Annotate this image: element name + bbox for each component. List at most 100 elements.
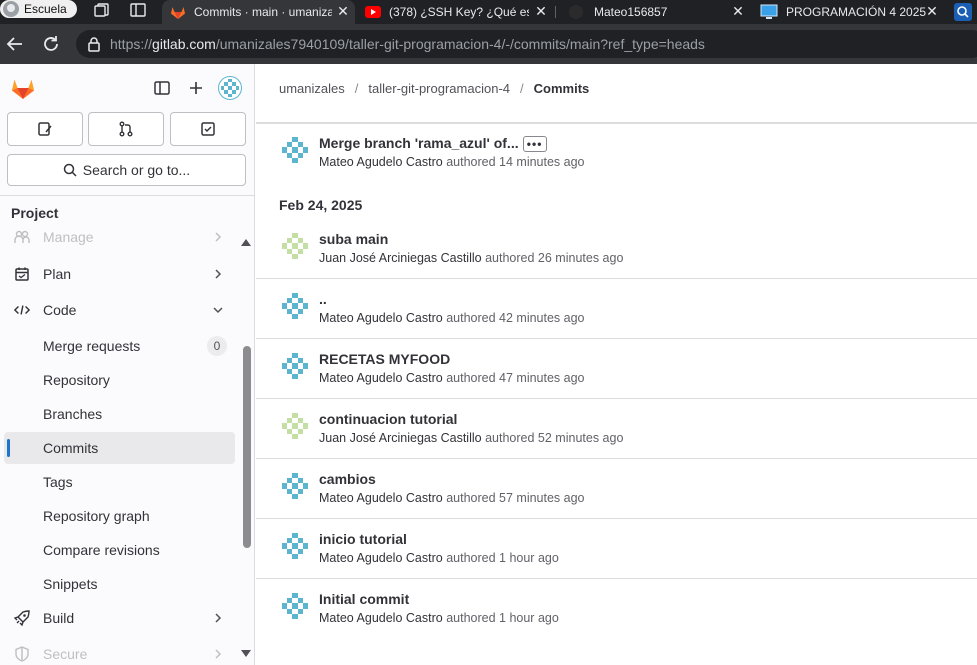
commit-title[interactable]: cambios (319, 471, 376, 487)
author-avatar[interactable] (279, 410, 311, 442)
commit-title[interactable]: Initial commit (319, 591, 409, 607)
sidebar-item-label: Secure (43, 646, 88, 662)
commit-verb: authored (446, 551, 496, 565)
commit-title[interactable]: continuacion tutorial (319, 411, 457, 427)
site-info-icon[interactable] (86, 36, 102, 52)
commit-author[interactable]: Juan José Arciniegas Castillo (319, 251, 482, 265)
sidebar-item-build[interactable]: Build (4, 602, 235, 634)
tab-github[interactable]: Mateo156857 ✕ (560, 0, 750, 24)
commit-time: 42 minutes ago (499, 311, 585, 325)
sidebar-item-secure[interactable]: Secure (4, 638, 235, 665)
issues-button[interactable] (7, 112, 83, 146)
sidebar-item-manage[interactable]: Manage (4, 229, 235, 253)
author-avatar[interactable] (279, 230, 311, 262)
shield-icon (14, 646, 30, 662)
browser-profile-button[interactable]: Escuela (0, 0, 77, 18)
back-button[interactable] (5, 34, 25, 54)
commit-author[interactable]: Mateo Agudelo Castro (319, 371, 443, 385)
commit-author[interactable]: Mateo Agudelo Castro (319, 155, 443, 169)
sidebar-item-code[interactable]: Code (4, 294, 235, 326)
commit-author[interactable]: Mateo Agudelo Castro (319, 491, 443, 505)
breadcrumb-link[interactable]: taller-git-programacion-4 (368, 81, 510, 96)
tab-programacion[interactable]: PROGRAMACIÓN 4 2025 ✕ (752, 0, 944, 24)
commit-author[interactable]: Mateo Agudelo Castro (319, 611, 443, 625)
commit-row[interactable]: suba main Juan José Arciniegas Castillo a… (256, 230, 977, 290)
address-bar[interactable]: https://gitlab.com/umanizales7940109/tal… (76, 30, 977, 58)
commit-author[interactable]: Mateo Agudelo Castro (319, 551, 443, 565)
tab-youtube[interactable]: (378) ¿SSH Key? ¿Qué es u ✕ (357, 0, 553, 24)
commit-author[interactable]: Mateo Agudelo Castro (319, 311, 443, 325)
close-icon[interactable]: ✕ (335, 3, 351, 19)
users-icon (14, 229, 30, 245)
commit-time: 1 hour ago (499, 611, 559, 625)
sidebar-item-snippets[interactable]: Snippets (4, 568, 235, 600)
expand-message-button[interactable]: ••• (522, 136, 547, 153)
sidebar-item-branches[interactable]: Branches (4, 398, 235, 430)
merge-requests-button[interactable] (88, 112, 164, 146)
commit-row[interactable]: cambios Mateo Agudelo Castro authored 57 … (256, 470, 977, 530)
close-icon[interactable]: ✕ (533, 3, 549, 19)
author-avatar[interactable] (279, 350, 311, 382)
commit-title[interactable]: suba main (319, 231, 388, 247)
commit-row[interactable]: .. Mateo Agudelo Castro authored 42 minut… (256, 290, 977, 350)
tab-partial[interactable] (946, 0, 977, 24)
author-avatar[interactable] (279, 590, 311, 622)
breadcrumb-current[interactable]: Commits (534, 81, 590, 96)
commit-title[interactable]: Merge branch 'rama_azul' of... ••• (319, 135, 547, 153)
sidebar-item-repository-graph[interactable]: Repository graph (4, 500, 235, 532)
sidebar-item-label: Code (43, 302, 77, 318)
sidebar-item-merge-requests[interactable]: Merge requests 0 (4, 330, 235, 362)
divider (256, 278, 977, 279)
commit-row[interactable]: inicio tutorial Mateo Agudelo Castro auth… (256, 530, 977, 590)
sidebar-item-commits[interactable]: Commits (4, 432, 235, 464)
breadcrumb-link[interactable]: umanizales (279, 81, 345, 96)
commit-time: 57 minutes ago (499, 491, 585, 505)
gitlab-icon (171, 7, 185, 19)
close-icon[interactable]: ✕ (924, 3, 940, 19)
close-icon[interactable]: ✕ (730, 3, 746, 19)
reload-button[interactable] (41, 34, 61, 54)
scroll-down-arrow[interactable] (241, 650, 251, 657)
commit-meta: Mateo Agudelo Castro authored 57 minutes… (319, 491, 585, 505)
gitlab-logo-icon[interactable] (10, 75, 36, 101)
search-icon (63, 163, 77, 177)
commit-title[interactable]: .. (319, 291, 327, 307)
rocket-icon (14, 610, 30, 626)
divider (256, 338, 977, 339)
sidebar-item-compare-revisions[interactable]: Compare revisions (4, 534, 235, 566)
tab-groups-icon[interactable] (92, 1, 112, 19)
commit-meta: Juan José Arciniegas Castillo authored 5… (319, 431, 623, 445)
search-button[interactable]: Search or go to... (7, 154, 246, 186)
commit-title[interactable]: inicio tutorial (319, 531, 407, 547)
vertical-tabs-icon[interactable] (128, 1, 148, 19)
sidebar-item-plan[interactable]: Plan (4, 258, 235, 290)
github-icon (569, 5, 583, 19)
commit-author[interactable]: Juan José Arciniegas Castillo (319, 431, 482, 445)
todo-button[interactable] (170, 112, 246, 146)
sidebar-nav: Manage Plan Code Merge requests 0 Reposi… (0, 229, 240, 665)
monitor-icon (760, 4, 778, 19)
chevron-down-icon (211, 302, 225, 318)
commit-row[interactable]: Merge branch 'rama_azul' of... ••• Mateo … (256, 134, 977, 194)
author-avatar[interactable] (279, 530, 311, 562)
sidebar-item-repository[interactable]: Repository (4, 364, 235, 396)
scroll-up-arrow[interactable] (241, 239, 251, 246)
commit-title-text[interactable]: Merge branch 'rama_azul' of... (319, 135, 519, 151)
sidebar-item-label: Repository (43, 372, 110, 388)
sidebar-scrollbar[interactable] (243, 346, 251, 548)
divider (0, 195, 254, 196)
sidebar-item-tags[interactable]: Tags (4, 466, 235, 498)
commit-row[interactable]: Initial commit Mateo Agudelo Castro autho… (256, 590, 977, 650)
plus-icon[interactable] (186, 78, 206, 98)
sidebar-toggle-icon[interactable] (152, 78, 172, 98)
user-avatar[interactable] (218, 76, 242, 100)
sidebar-item-label: Snippets (43, 576, 98, 592)
author-avatar[interactable] (279, 290, 311, 322)
merge-request-icon (119, 121, 133, 137)
commit-title[interactable]: RECETAS MYFOOD (319, 351, 450, 367)
author-avatar[interactable] (279, 134, 311, 166)
author-avatar[interactable] (279, 470, 311, 502)
commit-row[interactable]: RECETAS MYFOOD Mateo Agudelo Castro autho… (256, 350, 977, 410)
commit-row[interactable]: continuacion tutorial Juan José Arciniega… (256, 410, 977, 470)
tab-gitlab-commits[interactable]: Commits · main · umaniza ✕ (162, 0, 355, 24)
